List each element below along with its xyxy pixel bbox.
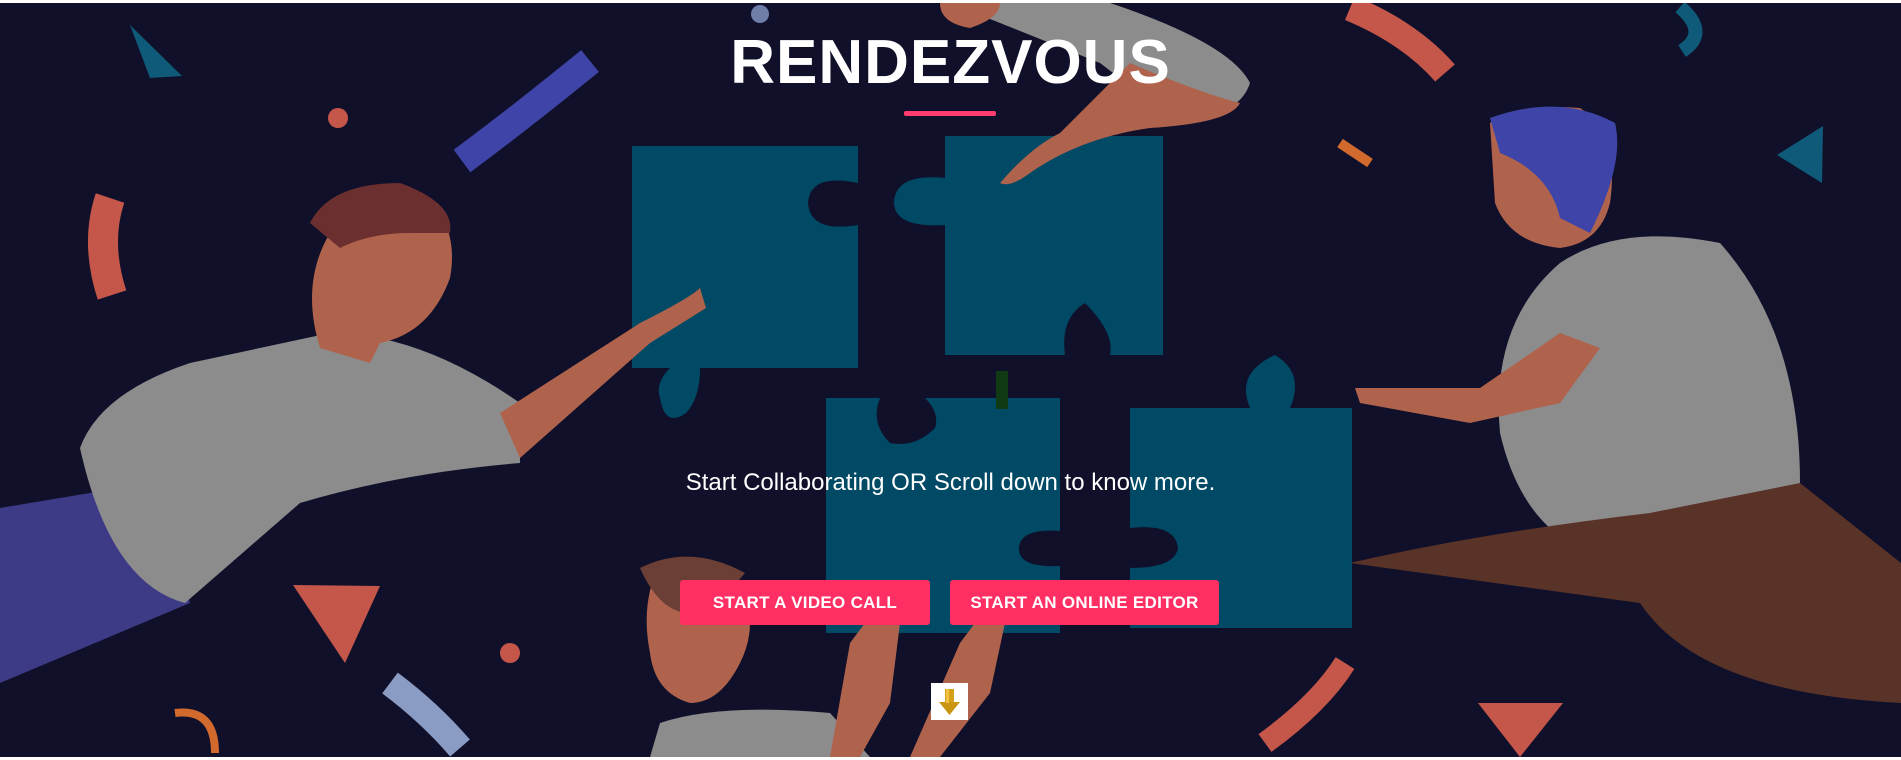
dot-shape	[500, 643, 520, 663]
dot-shape	[328, 108, 348, 128]
arc-shape	[174, 708, 219, 754]
hero-illustration	[0, 3, 1901, 757]
tagline: Start Collaborating OR Scroll down to kn…	[685, 469, 1216, 496]
triangle-shape	[1777, 126, 1823, 183]
arc-shape	[1258, 657, 1355, 752]
puzzle-pieces	[632, 136, 1352, 633]
triangle-shape	[1478, 703, 1563, 757]
triangle-shape	[293, 585, 380, 663]
title-underline	[904, 111, 996, 116]
start-online-editor-button[interactable]: START AN ONLINE EDITOR	[950, 580, 1219, 625]
scroll-down-button[interactable]	[931, 683, 968, 720]
page-title: RENDEZVOUS	[730, 28, 1171, 97]
person-right	[1350, 106, 1901, 703]
down-arrow-icon	[939, 689, 960, 715]
arc-shape	[87, 193, 127, 300]
arc-shape	[1337, 138, 1373, 168]
start-video-call-button[interactable]: START A VIDEO CALL	[680, 580, 930, 625]
hero-section: RENDEZVOUS Start Collaborating OR Scroll…	[0, 3, 1901, 757]
dot-shape	[751, 5, 769, 23]
arc-shape	[382, 672, 470, 757]
